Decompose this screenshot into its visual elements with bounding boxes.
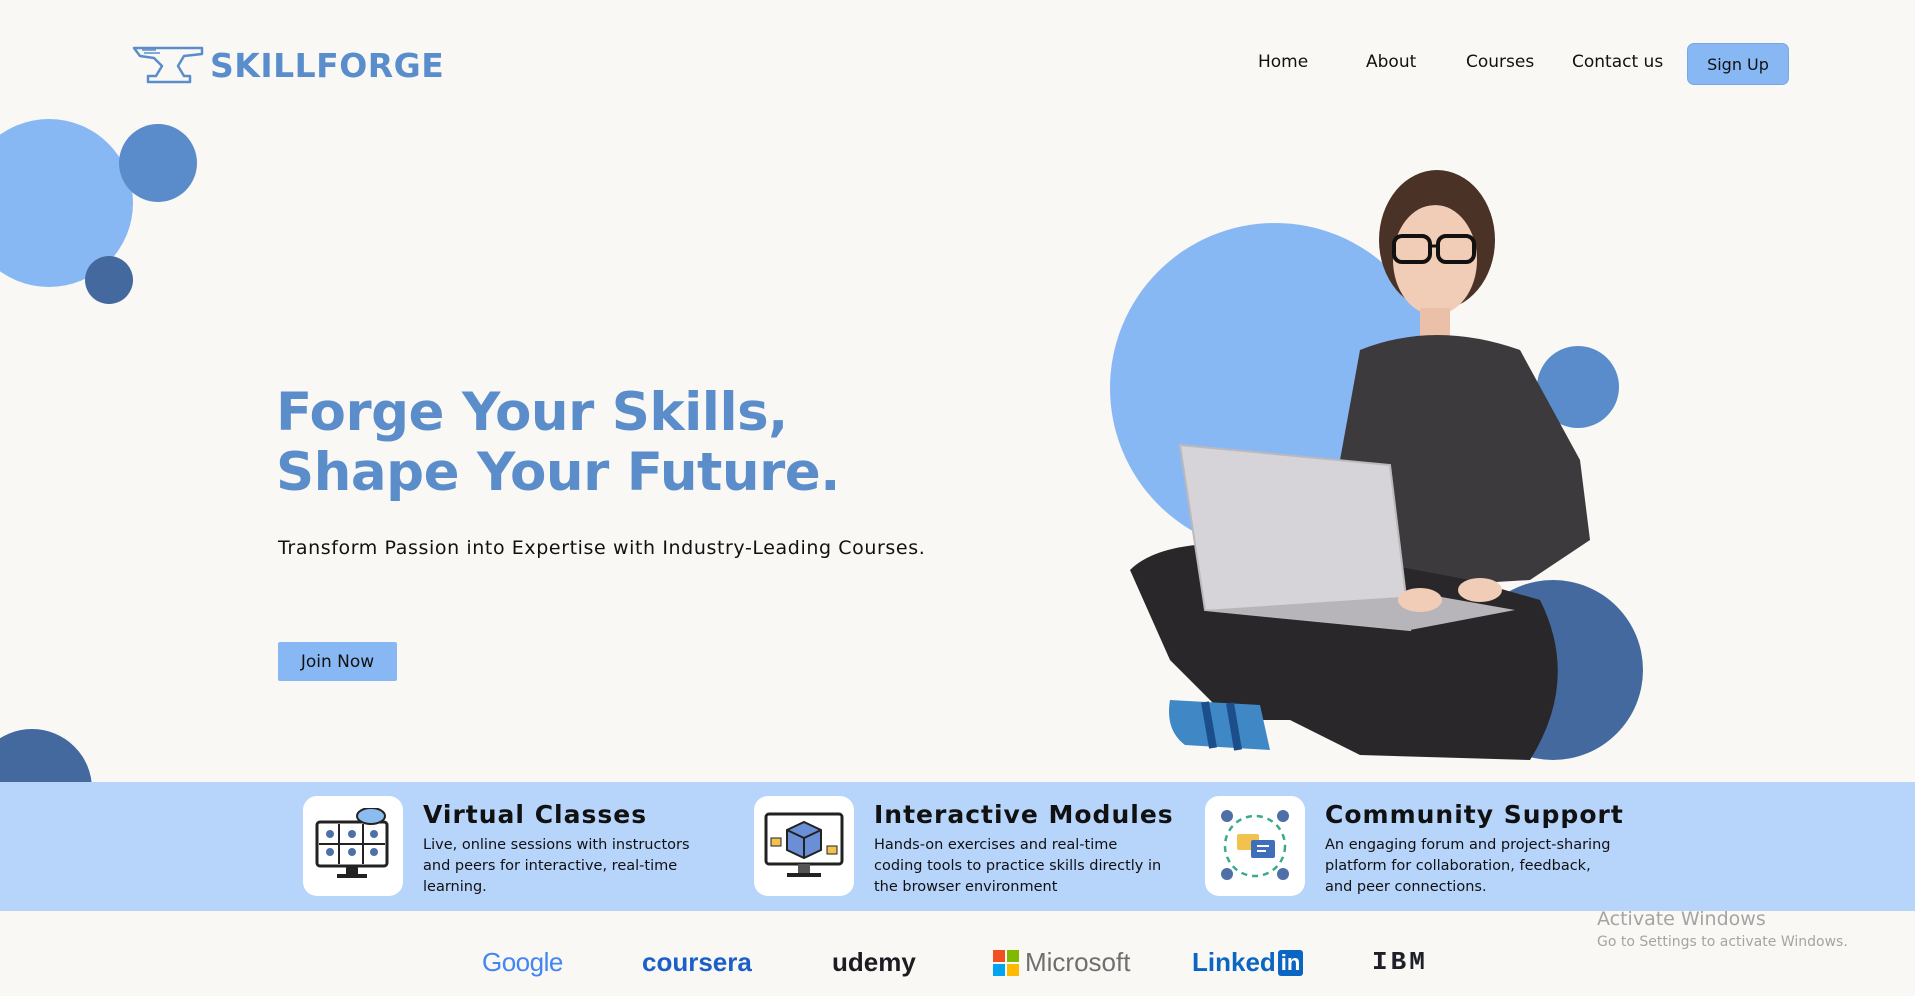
hero-subtitle: Transform Passion into Expertise with In… bbox=[278, 537, 926, 559]
nav-courses[interactable]: Courses bbox=[1466, 52, 1534, 72]
decor-circle-small bbox=[85, 256, 133, 304]
activate-windows-watermark: Activate Windows Go to Settings to activ… bbox=[1597, 908, 1848, 950]
decor-circle-medium bbox=[119, 124, 197, 202]
google-wordmark: Google bbox=[482, 947, 563, 977]
feature-title: Virtual Classes bbox=[423, 800, 648, 829]
microsoft-squares-icon bbox=[993, 949, 1019, 976]
partner-linkedin-logo: Linked in bbox=[1192, 947, 1304, 978]
activate-windows-title: Activate Windows bbox=[1597, 908, 1766, 930]
partner-google-logo: Google bbox=[482, 947, 563, 978]
join-now-button[interactable]: Join Now bbox=[278, 642, 397, 681]
student-laptop-illustration bbox=[1130, 170, 1590, 760]
feature-title: Interactive Modules bbox=[874, 800, 1174, 829]
feature-title: Community Support bbox=[1325, 800, 1624, 829]
anvil-icon bbox=[132, 46, 204, 84]
hero-title: Forge Your Skills, Shape Your Future. bbox=[276, 383, 840, 503]
feature-description: Hands-on exercises and real-time coding … bbox=[874, 837, 1162, 895]
partner-ibm-logo: IBM bbox=[1372, 947, 1428, 977]
partner-microsoft-logo: Microsoft bbox=[993, 947, 1130, 978]
feature-interactive-modules: Interactive Modules Hands-on exercises a… bbox=[754, 796, 1174, 898]
feature-description: An engaging forum and project-sharing pl… bbox=[1325, 837, 1611, 895]
microsoft-wordmark: Microsoft bbox=[1025, 947, 1131, 977]
video-conference-icon bbox=[303, 796, 403, 896]
community-chat-icon bbox=[1205, 796, 1305, 896]
nav-contact[interactable]: Contact us bbox=[1572, 52, 1663, 72]
feature-virtual-classes: Virtual Classes Live, online sessions wi… bbox=[303, 796, 713, 898]
hero-title-line1: Forge Your Skills, bbox=[276, 382, 788, 443]
linkedin-in-badge: in bbox=[1277, 949, 1304, 976]
nav-home[interactable]: Home bbox=[1258, 52, 1308, 72]
linkedin-wordmark: Linked bbox=[1192, 947, 1276, 977]
udemy-wordmark: udemy bbox=[832, 947, 916, 977]
activate-windows-subtitle: Go to Settings to activate Windows. bbox=[1597, 934, 1848, 950]
signup-button[interactable]: Sign Up bbox=[1687, 43, 1789, 85]
hero-title-line2: Shape Your Future. bbox=[276, 442, 840, 503]
feature-community-support: Community Support An engaging forum and … bbox=[1205, 796, 1624, 898]
partner-coursera-logo: coursera bbox=[642, 947, 752, 977]
brand-logo[interactable]: SKILLFORGE bbox=[132, 44, 444, 86]
feature-description: Live, online sessions with instructors a… bbox=[423, 837, 690, 895]
partner-udemy-logo: udemy bbox=[832, 947, 916, 978]
brand-name: SKILLFORGE bbox=[210, 45, 445, 85]
nav-about[interactable]: About bbox=[1366, 52, 1416, 72]
monitor-cube-icon bbox=[754, 796, 854, 896]
